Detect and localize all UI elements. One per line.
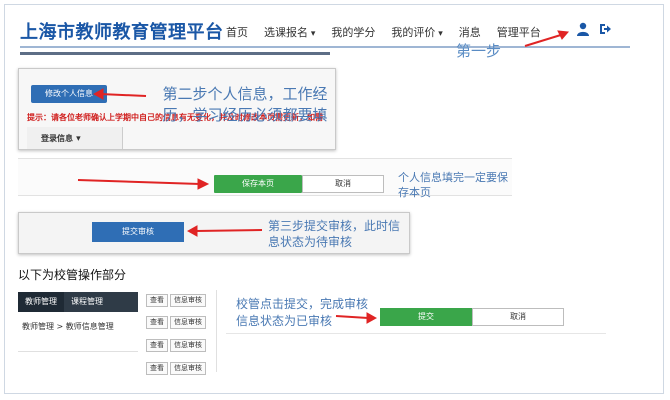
save-page-button[interactable]: 保存本页 <box>214 175 302 193</box>
header-divider <box>20 46 630 48</box>
view-button[interactable]: 查看 <box>146 339 168 352</box>
annotation-step3: 第三步提交审核，此时信息状态为待审核 <box>268 219 401 249</box>
user-icon[interactable] <box>576 22 590 36</box>
annotation-admin: 校管点击提交，完成审核信息状态为已审核 <box>236 297 369 328</box>
info-review-button[interactable]: 信息审核 <box>170 294 206 307</box>
list-item: 查看 信息审核 <box>146 362 206 375</box>
info-review-button[interactable]: 信息审核 <box>170 316 206 329</box>
submit-button[interactable]: 提交 <box>380 308 472 326</box>
exit-icon[interactable] <box>598 22 612 36</box>
list-item: 查看 信息审核 <box>146 294 206 307</box>
nav-admin-platform[interactable]: 管理平台 <box>497 24 541 40</box>
tab-course-management[interactable]: 课程管理 <box>64 292 110 312</box>
admin-section-title: 以下为校管操作部分 <box>18 268 127 282</box>
info-review-button[interactable]: 信息审核 <box>170 339 206 352</box>
tab-teacher-management[interactable]: 教师管理 <box>18 292 64 312</box>
main-nav: 首页 选课报名 我的学分 我的评价 消息 管理平台 <box>226 24 541 40</box>
admin-tab-bar: 教师管理 课程管理 <box>18 292 138 312</box>
submit-review-button[interactable]: 提交审核 <box>92 222 184 242</box>
admin-cancel-button[interactable]: 取消 <box>472 308 564 326</box>
nav-messages[interactable]: 消息 <box>459 24 481 40</box>
nav-my-credits[interactable]: 我的学分 <box>331 24 375 40</box>
annotation-save: 个人信息填完一定要保存本页 <box>398 171 508 199</box>
annotation-step2: 第二步个人信息，工作经历，学习经历必须都要填 <box>162 85 328 124</box>
header-underline <box>20 52 330 55</box>
list-item: 查看 信息审核 <box>146 339 206 352</box>
list-divider <box>216 290 217 372</box>
info-review-button[interactable]: 信息审核 <box>170 362 206 375</box>
view-button[interactable]: 查看 <box>146 294 168 307</box>
view-button[interactable]: 查看 <box>146 362 168 375</box>
site-brand[interactable]: 上海市教师教育管理平台 <box>20 18 224 44</box>
view-button[interactable]: 查看 <box>146 316 168 329</box>
nav-my-evaluation[interactable]: 我的评价 <box>391 24 442 40</box>
nav-course-enrollment[interactable]: 选课报名 <box>264 24 315 40</box>
nav-home[interactable]: 首页 <box>226 24 248 40</box>
edit-personal-info-button[interactable]: 修改个人信息 <box>31 85 107 103</box>
list-item: 查看 信息审核 <box>146 316 206 329</box>
login-info-tab[interactable]: 登录信息 <box>27 127 123 149</box>
admin-sidebar <box>18 312 138 352</box>
cancel-button[interactable]: 取消 <box>302 175 384 193</box>
annotation-step1: 第一步 <box>456 42 502 60</box>
breadcrumb: 教师管理 > 教师信息管理 <box>22 322 114 331</box>
